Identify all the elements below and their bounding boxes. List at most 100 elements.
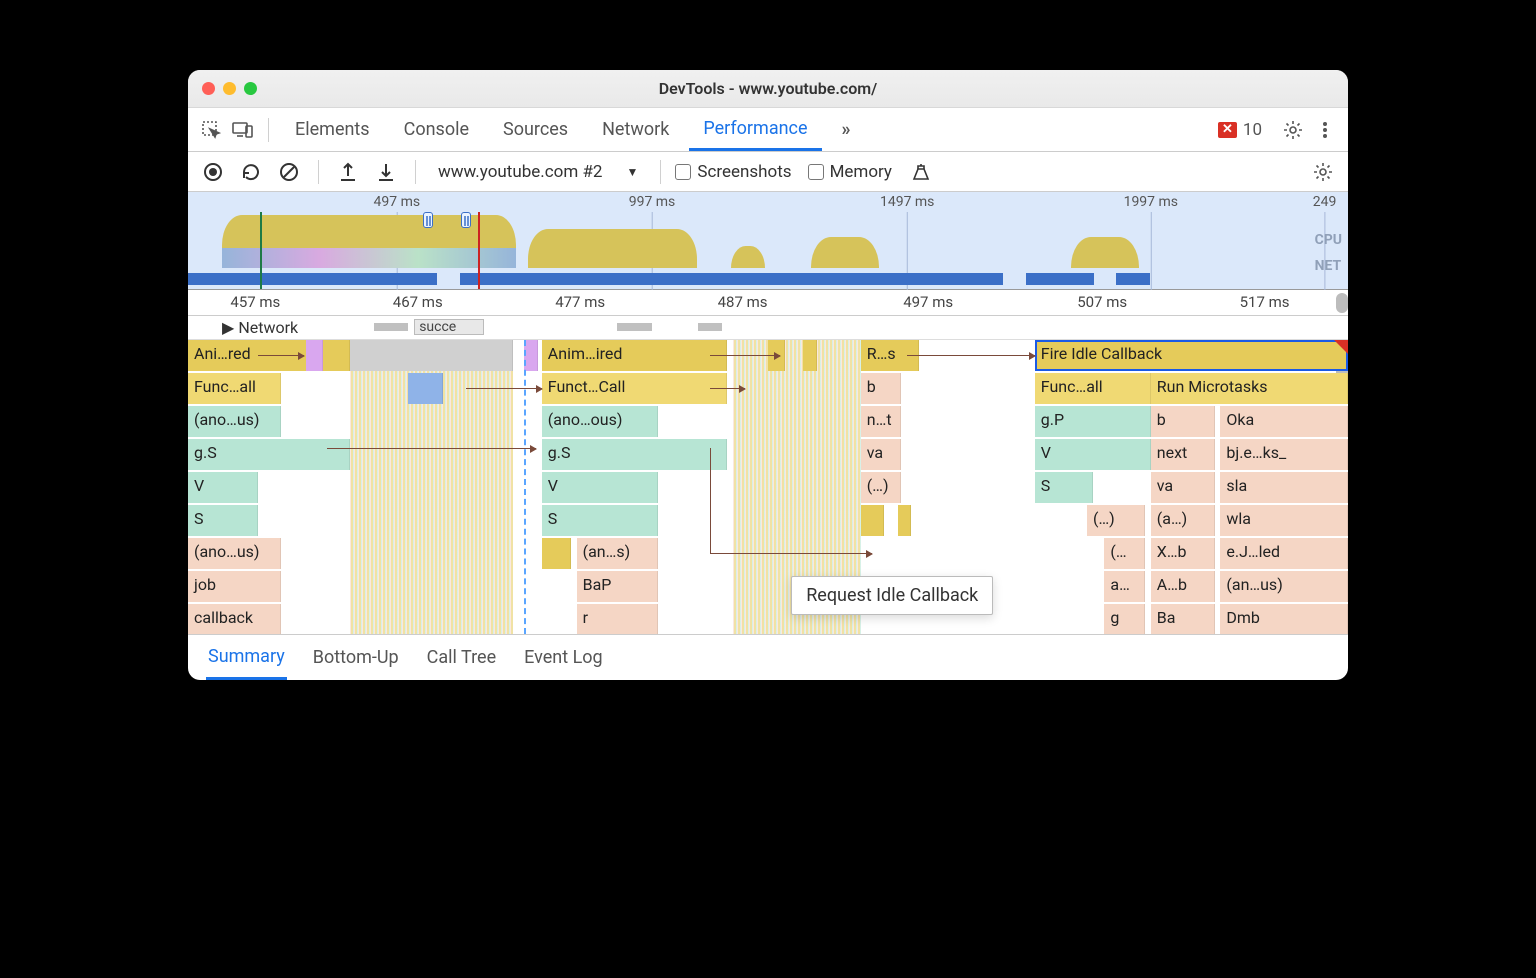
- flame-bar[interactable]: (a…): [1151, 505, 1215, 536]
- titlebar: DevTools - www.youtube.com/: [188, 70, 1348, 108]
- recording-select-label[interactable]: www.youtube.com #2: [430, 162, 610, 182]
- upload-profile-icon[interactable]: [333, 157, 363, 187]
- flame-bar[interactable]: S: [1035, 472, 1093, 503]
- flame-bar[interactable]: (an…us): [1220, 571, 1348, 602]
- flame-bar[interactable]: [306, 340, 322, 371]
- initiator-arrow: [710, 388, 745, 389]
- flame-bar[interactable]: g.P: [1035, 406, 1151, 437]
- memory-checkbox[interactable]: Memory: [808, 162, 892, 182]
- flame-bar[interactable]: g.S: [188, 439, 350, 470]
- maximize-window-button[interactable]: [244, 82, 257, 95]
- download-profile-icon[interactable]: [371, 157, 401, 187]
- overview-range-handle-right[interactable]: [461, 212, 471, 228]
- minimize-window-button[interactable]: [223, 82, 236, 95]
- clear-button[interactable]: [274, 157, 304, 187]
- flame-bar[interactable]: Ba: [1151, 604, 1215, 634]
- inspect-element-icon[interactable]: [198, 117, 224, 143]
- checkbox-icon: [675, 164, 691, 180]
- flame-bar[interactable]: Dmb: [1220, 604, 1348, 634]
- settings-gear-icon[interactable]: [1280, 117, 1306, 143]
- flame-bar[interactable]: (…): [1087, 505, 1145, 536]
- details-tab-call-tree[interactable]: Call Tree: [425, 637, 498, 678]
- record-button[interactable]: [198, 157, 228, 187]
- close-window-button[interactable]: [202, 82, 215, 95]
- flame-bar[interactable]: S: [188, 505, 258, 536]
- tab-performance[interactable]: Performance: [689, 109, 821, 151]
- flame-bar[interactable]: bj.e…ks_: [1220, 439, 1348, 470]
- tabs-overflow-button[interactable]: »: [828, 110, 866, 149]
- flame-bar[interactable]: V: [188, 472, 258, 503]
- flame-bar[interactable]: wla: [1220, 505, 1348, 536]
- flame-bar[interactable]: [803, 340, 817, 371]
- flame-bar[interactable]: (ano…ous): [542, 406, 658, 437]
- flame-bar[interactable]: (…): [861, 472, 902, 503]
- flame-bar[interactable]: X…b: [1151, 538, 1215, 569]
- screenshots-checkbox[interactable]: Screenshots: [675, 162, 791, 182]
- flame-bar[interactable]: a…: [1104, 571, 1145, 602]
- flame-bar[interactable]: [524, 340, 538, 371]
- flame-bar[interactable]: [408, 373, 443, 404]
- capture-settings-gear-icon[interactable]: [1308, 157, 1338, 187]
- flame-bar[interactable]: g: [1104, 604, 1145, 634]
- network-request-bar[interactable]: succe: [414, 319, 484, 335]
- details-tab-event-log[interactable]: Event Log: [522, 637, 605, 678]
- flame-bar[interactable]: [898, 505, 911, 536]
- flame-bar[interactable]: sla: [1220, 472, 1348, 503]
- flame-bar[interactable]: g.S: [542, 439, 728, 470]
- horizontal-scroll-thumb[interactable]: [1336, 293, 1348, 313]
- flame-bar[interactable]: callback: [188, 604, 281, 634]
- flame-bar[interactable]: BaP: [577, 571, 658, 602]
- collect-garbage-icon[interactable]: [906, 157, 936, 187]
- network-track-label: Network: [238, 318, 298, 337]
- flame-chart[interactable]: Ani…red Func…all (ano…us) g.S V S (ano…u…: [188, 340, 1348, 634]
- flame-bar[interactable]: A…b: [1151, 571, 1215, 602]
- tab-console[interactable]: Console: [390, 110, 483, 149]
- flame-bar[interactable]: (an…s): [577, 538, 658, 569]
- flame-bar[interactable]: S: [542, 505, 658, 536]
- flame-bar[interactable]: job: [188, 571, 281, 602]
- window-title: DevTools - www.youtube.com/: [188, 79, 1348, 98]
- reload-record-button[interactable]: [236, 157, 266, 187]
- details-tab-summary[interactable]: Summary: [206, 636, 287, 680]
- flame-bar[interactable]: b: [1151, 406, 1215, 437]
- error-counter[interactable]: ✕ 10: [1218, 120, 1262, 140]
- flame-bar[interactable]: Func…all: [1035, 373, 1151, 404]
- tab-elements[interactable]: Elements: [281, 110, 384, 149]
- detail-ruler[interactable]: 457 ms 467 ms 477 ms 487 ms 497 ms 507 m…: [188, 290, 1348, 316]
- network-track[interactable]: ▶ Network succe: [188, 316, 1348, 340]
- flame-bar[interactable]: n…t: [861, 406, 902, 437]
- timeline-overview[interactable]: 497 ms 997 ms 1497 ms 1997 ms 249 CPU NE…: [188, 192, 1348, 290]
- flame-bar-selected[interactable]: Fire Idle Callback: [1035, 340, 1348, 371]
- flame-bar[interactable]: r: [577, 604, 658, 634]
- flame-bar[interactable]: V: [542, 472, 658, 503]
- device-toggle-icon[interactable]: [230, 117, 256, 143]
- flame-bar[interactable]: Run Microtasks: [1151, 373, 1348, 404]
- cpu-chart: [188, 212, 1320, 268]
- flame-bar[interactable]: Funct…Call: [542, 373, 728, 404]
- more-menu-icon[interactable]: [1312, 117, 1338, 143]
- flame-bar[interactable]: Func…all: [188, 373, 281, 404]
- initiator-arrow: [710, 355, 780, 356]
- flame-bar[interactable]: Oka: [1220, 406, 1348, 437]
- flame-bar[interactable]: [350, 340, 512, 371]
- flame-bar[interactable]: (ano…us): [188, 406, 281, 437]
- flame-bar[interactable]: b: [861, 373, 902, 404]
- flame-bar[interactable]: e.J…led: [1220, 538, 1348, 569]
- flame-bar[interactable]: next: [1151, 439, 1215, 470]
- flame-bar[interactable]: (…: [1104, 538, 1145, 569]
- tab-sources[interactable]: Sources: [489, 110, 582, 149]
- details-tab-bottom-up[interactable]: Bottom-Up: [311, 637, 401, 678]
- performance-controls: www.youtube.com #2 ▼ Screenshots Memory: [188, 152, 1348, 192]
- flame-bar[interactable]: va: [1151, 472, 1215, 503]
- flame-bar[interactable]: (ano…us): [188, 538, 281, 569]
- flame-bar[interactable]: [542, 538, 571, 569]
- flame-bar[interactable]: va: [861, 439, 902, 470]
- error-badge-icon: ✕: [1218, 122, 1237, 138]
- flame-bar[interactable]: V: [1035, 439, 1151, 470]
- recording-select-caret-icon[interactable]: ▼: [618, 165, 646, 179]
- flame-bar[interactable]: [861, 505, 884, 536]
- tab-network[interactable]: Network: [588, 110, 683, 149]
- net-chart: [188, 273, 1320, 285]
- overview-range-handle-left[interactable]: [423, 212, 433, 228]
- flame-bar[interactable]: Anim…ired: [542, 340, 728, 371]
